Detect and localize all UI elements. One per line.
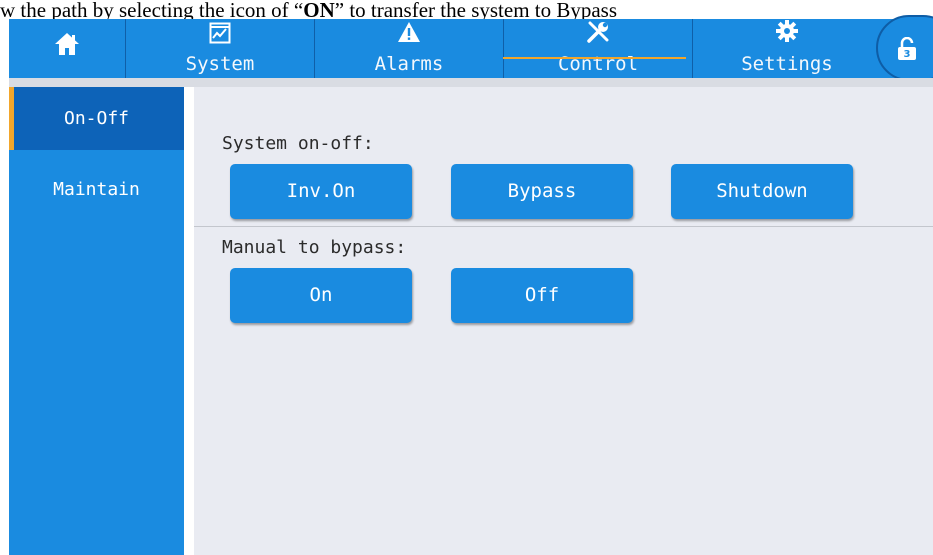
lock-level-badge: 3 [903, 49, 911, 60]
tab-system[interactable]: System [126, 19, 314, 78]
tools-icon [586, 21, 610, 47]
manual-bypass-off-button[interactable]: Off [451, 268, 633, 323]
gear-icon [776, 20, 798, 46]
system-onoff-label: System on-off: [222, 133, 374, 154]
caption-suffix: ” to transfer the system to Bypass [334, 0, 618, 20]
caption-prefix: w the path by selecting the icon of “ [0, 0, 304, 20]
tab-settings[interactable]: Settings [693, 19, 881, 78]
sidebar-item-on-off[interactable]: On-Off [9, 87, 184, 150]
inv-on-button[interactable]: Inv.On [230, 164, 412, 219]
tab-label-system: System [185, 53, 255, 75]
caption-bold: ON [303, 0, 335, 20]
sidebar-item-maintain[interactable]: Maintain [9, 158, 184, 221]
manual-bypass-on-button[interactable]: On [230, 268, 412, 323]
chart-icon [209, 22, 231, 48]
lock-button[interactable]: 3 [876, 15, 933, 81]
top-nav-bar: System Alarms Control Settings [9, 19, 933, 78]
tab-home[interactable] [9, 19, 125, 78]
sidebar: On-Off Maintain [9, 87, 184, 555]
tab-control[interactable]: Control [504, 19, 692, 78]
section-divider [194, 226, 933, 227]
home-icon [54, 32, 80, 60]
shutdown-button[interactable]: Shutdown [671, 164, 853, 219]
warning-icon [397, 21, 421, 47]
sidebar-item-label: On-Off [63, 108, 130, 129]
header-divider-band [9, 78, 933, 87]
main-panel: System on-off: Inv.On Bypass Shutdown Ma… [194, 87, 933, 555]
tab-label-settings: Settings [741, 53, 833, 75]
tab-label-alarms: Alarms [374, 53, 444, 75]
instruction-caption: w the path by selecting the icon of “ON”… [0, 0, 933, 20]
tab-alarms[interactable]: Alarms [315, 19, 503, 78]
active-tab-indicator [503, 57, 686, 59]
manual-bypass-label: Manual to bypass: [222, 237, 407, 258]
sidebar-item-label: Maintain [53, 179, 140, 200]
bypass-button[interactable]: Bypass [451, 164, 633, 219]
